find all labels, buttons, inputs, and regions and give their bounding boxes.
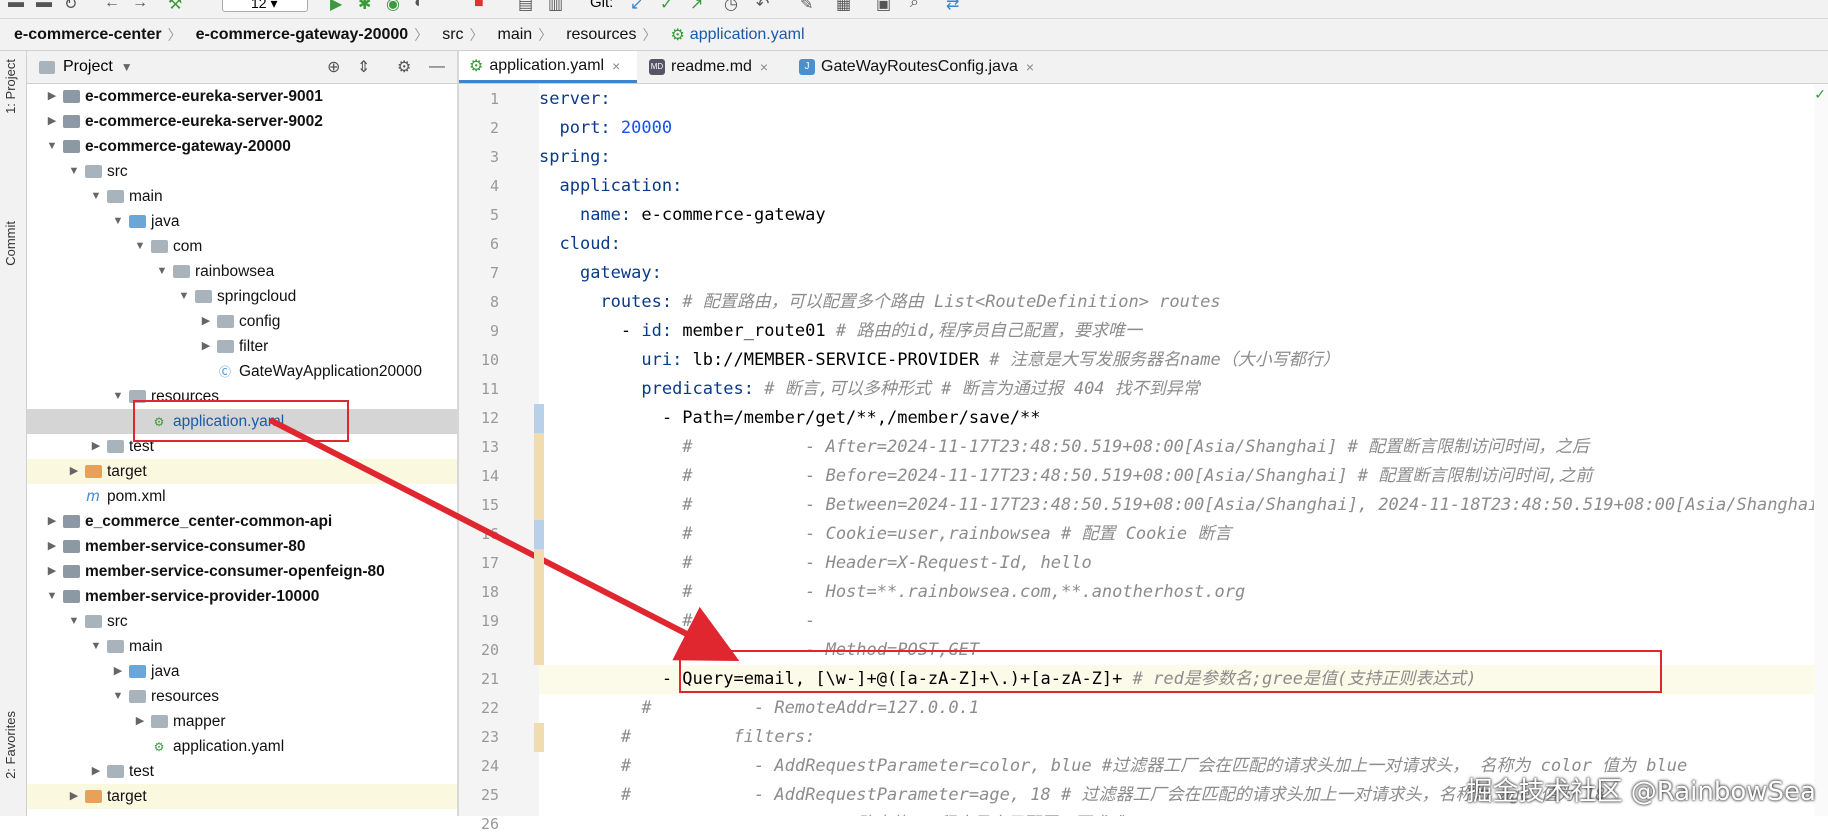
vcs-change-marker[interactable] bbox=[534, 578, 544, 607]
annotation-arrow bbox=[268, 417, 740, 661]
vcs-change-marker[interactable] bbox=[534, 491, 544, 520]
vcs-change-marker[interactable] bbox=[534, 462, 544, 491]
vcs-change-marker[interactable] bbox=[534, 549, 544, 578]
watermark: 掘金技术社区 @RainbowSea bbox=[1466, 777, 1816, 807]
vcs-change-marker[interactable] bbox=[534, 723, 544, 752]
vcs-change-marker[interactable] bbox=[534, 636, 544, 665]
vcs-change-marker[interactable] bbox=[534, 404, 544, 433]
vcs-change-marker[interactable] bbox=[534, 520, 544, 549]
vcs-change-marker[interactable] bbox=[534, 433, 544, 462]
vcs-change-marker[interactable] bbox=[534, 607, 544, 636]
